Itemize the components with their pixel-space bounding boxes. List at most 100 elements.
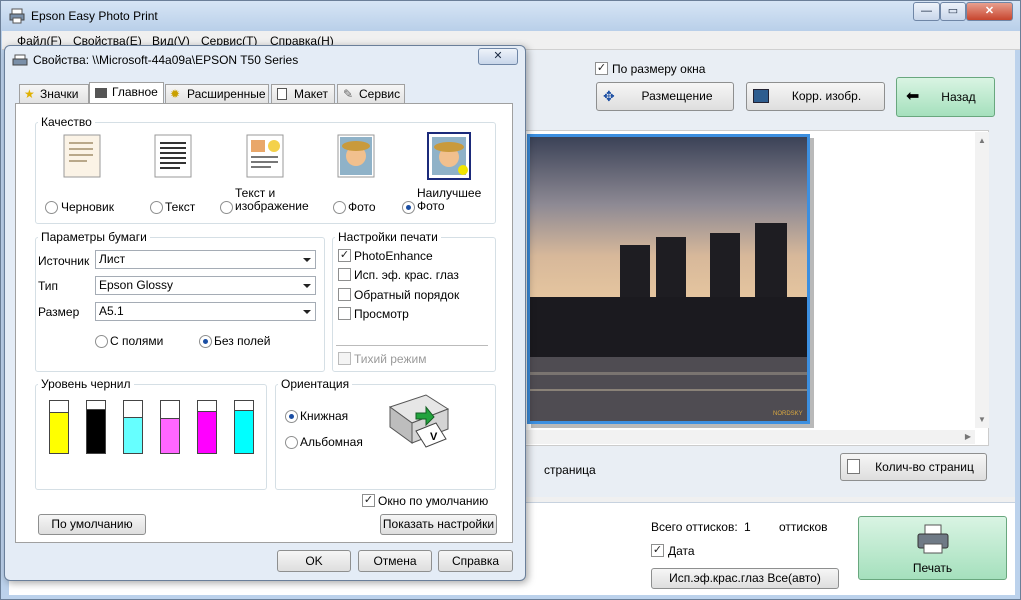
photo-preview[interactable]: NORDSKY	[527, 134, 810, 424]
total-copies-label: Всего оттисков:	[651, 520, 738, 534]
size-select[interactable]: A5.1	[95, 302, 316, 321]
source-label: Источник	[38, 254, 90, 268]
date-checkbox[interactable]: ✓	[651, 544, 664, 557]
minimize-button[interactable]: —	[913, 2, 940, 21]
cancel-button[interactable]: Отмена	[358, 550, 432, 572]
vertical-scrollbar[interactable]: ▲ ▼	[975, 132, 989, 428]
preview-checkbox[interactable]	[338, 307, 351, 320]
printer-icon	[917, 524, 949, 554]
dialog-title: Свойства: \\Microsoft-44a09a\EPSON T50 S…	[33, 53, 299, 67]
ink-cartridge	[197, 400, 217, 454]
draft-label: Черновик	[61, 200, 114, 214]
red-eye-checkbox[interactable]	[338, 268, 351, 281]
tab-advanced[interactable]: ✹ Расширенные	[165, 84, 269, 104]
maximize-button[interactable]: ▭	[940, 2, 966, 21]
printer-tab-icon	[95, 88, 107, 98]
page-icon	[277, 88, 287, 100]
ink-levels-group	[35, 384, 267, 490]
svg-text:V: V	[430, 431, 438, 443]
correct-image-button[interactable]: Корр. изобр.	[746, 82, 885, 111]
divider	[336, 345, 488, 346]
ink-level-fill	[124, 417, 142, 453]
tab-icons[interactable]: ★ Значки	[19, 84, 89, 104]
ink-cartridge	[160, 400, 180, 454]
text-quality-icon[interactable]	[154, 134, 192, 178]
layout-button-label: Размещение	[641, 89, 713, 103]
with-border-label: С полями	[110, 334, 164, 348]
page-label: страница	[544, 463, 596, 477]
scroll-down-icon[interactable]: ▼	[978, 415, 986, 424]
default-window-checkbox[interactable]: ✓	[362, 494, 375, 507]
text-image-radio[interactable]	[220, 201, 233, 214]
ink-level-fill	[161, 418, 179, 453]
print-settings-label: Настройки печати	[335, 230, 441, 244]
ok-button[interactable]: OK	[277, 550, 351, 572]
tab-advanced-label: Расширенные	[187, 87, 266, 101]
printer-properties-dialog: Свойства: \\Microsoft-44a09a\EPSON T50 S…	[4, 45, 526, 581]
photo-quality-icon[interactable]	[337, 134, 375, 178]
total-copies-value: 1	[744, 520, 751, 534]
fit-window-label: По размеру окна	[612, 62, 706, 76]
type-select[interactable]: Epson Glossy	[95, 276, 316, 295]
text-image-label: Текст и изображение	[235, 186, 309, 213]
text-label: Текст	[165, 200, 196, 214]
help-button[interactable]: Справка	[438, 550, 513, 572]
default-window-label: Окно по умолчанию	[378, 494, 489, 508]
wrench-icon: ✎	[343, 87, 354, 101]
print-button-label: Печать	[912, 561, 953, 575]
scroll-right-icon[interactable]: ▶	[965, 432, 971, 441]
dialog-close-button[interactable]: ✕	[478, 48, 518, 65]
defaults-button[interactable]: По умолчанию	[38, 514, 146, 535]
best-photo-quality-icon[interactable]	[427, 132, 471, 180]
red-eye-button[interactable]: Исп.эф.крас.глаз Все(авто)	[651, 568, 839, 589]
page-count-button[interactable]: Колич-во страниц	[840, 453, 987, 481]
photo-radio[interactable]	[333, 201, 346, 214]
layout-button[interactable]: ✥ Размещение	[596, 82, 734, 111]
date-label: Дата	[668, 544, 695, 558]
reverse-order-label: Обратный порядок	[354, 288, 460, 302]
arrow-left-icon: ⬅	[906, 88, 920, 105]
with-border-radio[interactable]	[95, 335, 108, 348]
tab-main[interactable]: Главное	[89, 82, 164, 104]
chevron-down-icon	[303, 258, 311, 262]
chevron-down-icon	[303, 284, 311, 288]
close-button[interactable]: ✕	[966, 2, 1013, 21]
type-label: Тип	[38, 279, 59, 293]
best-photo-radio[interactable]	[402, 201, 415, 214]
printer-orientation-icon: V	[388, 394, 450, 448]
orientation-label: Ориентация	[278, 377, 353, 391]
red-eye-label: Исп. эф. крас. глаз	[354, 268, 459, 282]
text-image-quality-icon[interactable]	[246, 134, 284, 178]
ink-cartridge	[86, 400, 106, 454]
scroll-up-icon[interactable]: ▲	[978, 136, 986, 145]
tab-service[interactable]: ✎ Сервис	[337, 84, 405, 104]
draft-radio[interactable]	[45, 201, 58, 214]
landscape-radio[interactable]	[285, 436, 298, 449]
back-button[interactable]: ⬅ Назад	[896, 77, 995, 117]
horizontal-scrollbar[interactable]: ▶	[526, 430, 975, 444]
portrait-radio[interactable]	[285, 410, 298, 423]
ink-cartridge	[49, 400, 69, 454]
ink-levels-label: Уровень чернил	[38, 377, 134, 391]
landscape-label: Альбомная	[300, 435, 363, 449]
tab-icons-label: Значки	[40, 87, 79, 101]
pages-icon	[847, 459, 860, 474]
reverse-order-checkbox[interactable]	[338, 288, 351, 301]
tab-layout[interactable]: Макет	[271, 84, 335, 104]
tab-service-label: Сервис	[359, 87, 401, 101]
photoenhance-checkbox[interactable]: ✓	[338, 249, 351, 262]
source-select[interactable]: Лист	[95, 250, 316, 269]
text-radio[interactable]	[150, 201, 163, 214]
size-label: Размер	[38, 305, 80, 319]
back-button-label: Назад	[941, 90, 976, 104]
tab-layout-label: Макет	[294, 87, 328, 101]
fit-window-checkbox[interactable]: ✓	[595, 62, 608, 75]
draft-quality-icon[interactable]	[63, 134, 101, 178]
printer-small-icon	[12, 54, 28, 66]
ink-level-fill	[235, 410, 253, 453]
show-settings-button[interactable]: Показать настройки	[380, 514, 497, 535]
print-button[interactable]: Печать	[858, 516, 1007, 580]
ink-level-fill	[50, 412, 68, 453]
borderless-radio[interactable]	[199, 335, 212, 348]
quiet-mode-checkbox[interactable]	[338, 352, 351, 365]
